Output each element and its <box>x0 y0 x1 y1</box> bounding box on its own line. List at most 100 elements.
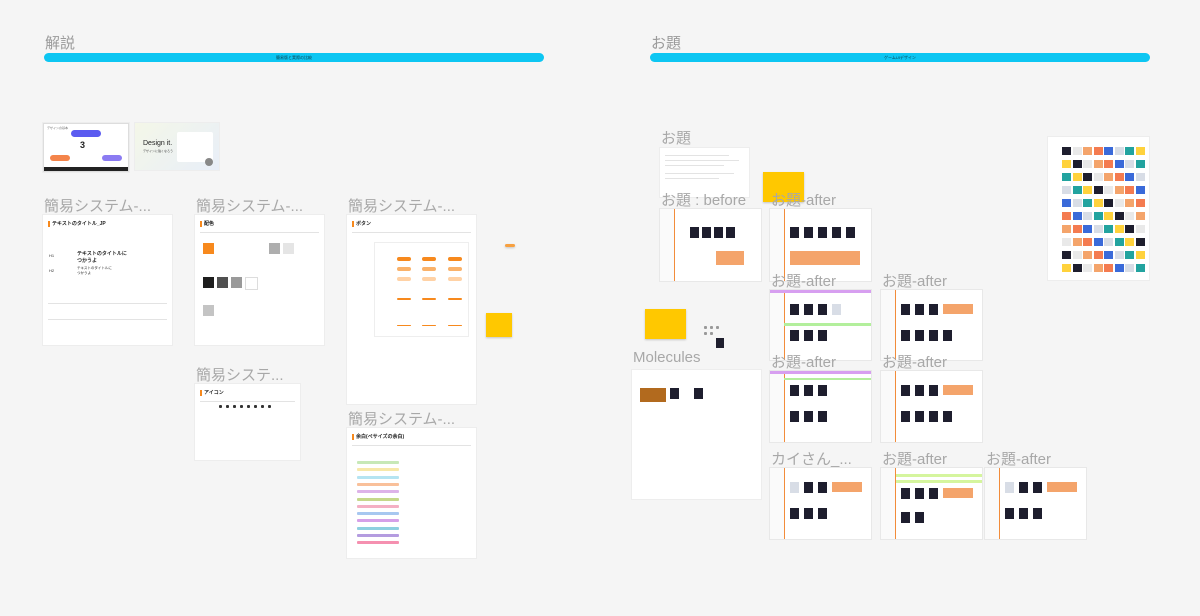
btn-sample-4[interactable] <box>397 267 411 271</box>
frame-label-odai-after-2[interactable]: お題-after <box>771 270 836 291</box>
frame-color[interactable]: 配色 <box>195 215 324 345</box>
btn-sample-3[interactable] <box>448 257 462 261</box>
frame-label-odai-after-7[interactable]: お題-after <box>986 448 1051 469</box>
after1-card-1 <box>790 227 799 238</box>
icon-sample-7[interactable] <box>261 405 264 408</box>
reference-tile <box>1093 186 1103 194</box>
frame-label-odai-after-6[interactable]: お題-after <box>882 448 947 469</box>
icon-sample-1[interactable] <box>219 405 222 408</box>
reference-tile <box>1072 251 1082 259</box>
swatch-light-gray[interactable] <box>203 305 214 316</box>
frame-label-color[interactable]: 簡易システム-... <box>196 195 324 216</box>
btn-sample-9[interactable] <box>448 277 462 281</box>
sticky-note-orange-dot[interactable] <box>505 244 515 247</box>
cluster-dot-5 <box>710 332 713 335</box>
frame-button[interactable]: ボタン <box>347 215 476 404</box>
odai-line-1 <box>665 155 729 156</box>
after7-sidebar <box>985 468 1000 539</box>
frame-odai-after-2[interactable] <box>770 290 871 360</box>
odai-line-2 <box>665 160 739 161</box>
btn-sample-15[interactable] <box>448 325 462 326</box>
section-bar-left[interactable]: 簡易版と実際の比較 <box>44 53 544 62</box>
icon-sample-4[interactable] <box>240 405 243 408</box>
swatch-black[interactable] <box>203 277 214 288</box>
after1-banner <box>790 251 860 265</box>
frame-label-icon[interactable]: 簡易システ... <box>196 364 300 385</box>
before-card-2 <box>702 227 711 238</box>
btn-sample-8[interactable] <box>422 277 436 281</box>
frame-kai[interactable] <box>770 468 871 539</box>
reference-tile <box>1072 212 1082 220</box>
after2-card-5 <box>790 330 799 341</box>
icon-sample-2[interactable] <box>226 405 229 408</box>
swatch-dark-gray[interactable] <box>217 277 228 288</box>
section-bar-right[interactable]: ゲームUIデザイン <box>650 53 1150 62</box>
reference-tile <box>1062 212 1071 220</box>
frame-title-typography: テキストのタイトル_JP <box>48 220 106 227</box>
reference-tile <box>1093 225 1103 233</box>
icon-sample-6[interactable] <box>254 405 257 408</box>
btn-sample-1[interactable] <box>397 257 411 261</box>
swatch-gray-2[interactable] <box>269 243 280 254</box>
frame-label-button[interactable]: 簡易システム-... <box>348 195 476 216</box>
frame-label-odai-before[interactable]: お題 : before <box>661 189 746 210</box>
reference-tile <box>1062 225 1071 233</box>
frame-label-odai-text[interactable]: お題 <box>661 127 691 148</box>
after2-highlight-top <box>770 290 871 293</box>
slide-thumb-2[interactable]: Design it. デザインに強くなろう <box>135 123 219 170</box>
frame-reference-screenshot[interactable] <box>1048 137 1149 280</box>
reference-tile <box>1062 173 1071 181</box>
swatch-primary[interactable] <box>203 243 214 254</box>
reference-tile <box>1083 173 1092 181</box>
reference-tile <box>1125 186 1134 194</box>
frame-title-button: ボタン <box>352 220 371 227</box>
frame-label-odai-after-1[interactable]: お題-after <box>771 189 836 210</box>
frame-label-odai-after-5[interactable]: お題-after <box>882 351 947 372</box>
frame-label-kai[interactable]: カイさん_... <box>771 448 871 469</box>
btn-sample-14[interactable] <box>422 325 436 326</box>
section-title-left: 解説 <box>45 35 76 52</box>
reference-tile <box>1083 186 1092 194</box>
frame-molecules[interactable] <box>632 370 761 499</box>
btn-sample-11[interactable] <box>422 298 436 300</box>
swatch-white[interactable] <box>245 277 258 290</box>
frame-label-molecules[interactable]: Molecules <box>633 349 701 366</box>
sticky-note-button[interactable] <box>486 313 512 337</box>
frame-label-spacing[interactable]: 簡易システム-... <box>348 408 476 429</box>
reference-tile <box>1104 160 1113 168</box>
frame-odai-after-7[interactable] <box>985 468 1086 539</box>
frame-label-typography[interactable]: 簡易システム-... <box>44 195 172 216</box>
frame-typography[interactable]: テキストのタイトル_JP H1 テキストのタイトルに つかうよ H2 テキストの… <box>43 215 172 345</box>
btn-sample-13[interactable] <box>397 325 411 326</box>
reference-tile <box>1093 212 1103 220</box>
icon-sample-8[interactable] <box>268 405 271 408</box>
frame-odai-after-4[interactable] <box>770 371 871 442</box>
btn-sample-7[interactable] <box>397 277 411 281</box>
reference-tile <box>1093 199 1103 207</box>
reference-tile <box>1104 251 1113 259</box>
swatch-gray[interactable] <box>231 277 242 288</box>
spacing-stripe <box>357 541 399 545</box>
btn-sample-12[interactable] <box>448 298 462 300</box>
reference-tile <box>1135 147 1145 155</box>
btn-sample-2[interactable] <box>422 257 436 261</box>
slide-thumb-1[interactable]: 3 デザインの基本 <box>43 123 129 172</box>
cluster-dot-2 <box>710 326 713 329</box>
frame-odai-after-5[interactable] <box>881 371 982 442</box>
btn-sample-6[interactable] <box>448 267 462 271</box>
frame-spacing[interactable]: 余白(ペサイズの余白) <box>347 428 476 558</box>
frame-odai-after-3[interactable] <box>881 290 982 360</box>
btn-sample-5[interactable] <box>422 267 436 271</box>
icon-sample-3[interactable] <box>233 405 236 408</box>
swatch-gray-3[interactable] <box>283 243 294 254</box>
frame-odai-after-6[interactable] <box>881 468 982 539</box>
frame-label-odai-after-4[interactable]: お題-after <box>771 351 836 372</box>
frame-label-odai-after-3[interactable]: お題-after <box>882 270 947 291</box>
icon-sample-5[interactable] <box>247 405 250 408</box>
after1-card-3 <box>818 227 827 238</box>
frame-odai-before[interactable] <box>660 209 761 281</box>
reference-tile <box>1125 238 1134 246</box>
sticky-note-molecules[interactable] <box>645 309 686 339</box>
btn-sample-10[interactable] <box>397 298 411 300</box>
frame-icon[interactable]: アイコン <box>195 384 300 460</box>
